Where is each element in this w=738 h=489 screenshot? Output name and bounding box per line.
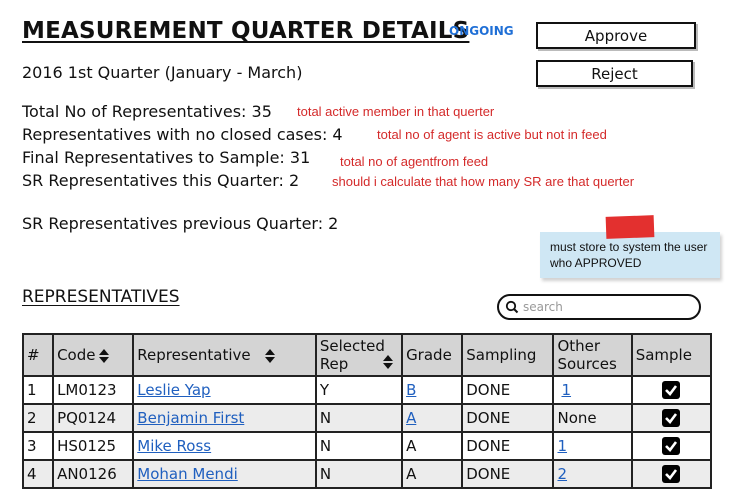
row-num: 2 (21, 403, 55, 433)
col-header-code-label: Code (57, 346, 96, 364)
col-header-num: # (21, 333, 55, 377)
search-box (497, 294, 701, 320)
sticky-note-text: must store to system the user who APPROV… (550, 240, 708, 270)
other-sources-link[interactable]: 2 (557, 465, 567, 483)
col-header-other-sources-label: Other Sources (557, 337, 617, 373)
col-header-representative-label: Representative (137, 346, 251, 364)
stat-no-closed-cases: Representatives with no closed cases: 4 (22, 125, 343, 144)
sample-checkbox[interactable] (662, 409, 681, 428)
grade-link[interactable]: A (406, 409, 416, 427)
row-selected: N (314, 403, 404, 433)
col-header-grade-label: Grade (406, 346, 452, 364)
row-code: LM0123 (52, 375, 135, 405)
status-badge: ONGOING (449, 24, 514, 38)
col-header-code[interactable]: Code (52, 333, 135, 377)
search-icon (505, 300, 519, 314)
col-header-sampling-label: Sampling (466, 346, 537, 364)
note-sr-this-quarter: should i calculate that how many SR are … (332, 174, 635, 189)
search-input[interactable] (519, 300, 687, 314)
sample-checkbox[interactable] (662, 437, 681, 456)
note-final-to-sample: total no of agentfrom feed (340, 154, 489, 169)
check-icon (665, 441, 678, 453)
sticky-note: must store to system the user who APPROV… (540, 232, 720, 278)
row-selected: N (314, 431, 404, 461)
row-num: 3 (21, 431, 55, 461)
row-grade: A (401, 459, 464, 489)
table-row: 4 AN0126 Mohan Mendi N A DONE 2 (21, 459, 713, 489)
row-num: 1 (21, 375, 55, 405)
row-num: 4 (21, 459, 55, 489)
sort-icon[interactable] (383, 355, 394, 369)
check-icon (665, 385, 678, 397)
sample-checkbox[interactable] (662, 465, 681, 484)
row-sampling: DONE (461, 403, 555, 433)
sort-icon[interactable] (264, 348, 275, 363)
stat-sr-this-quarter: SR Representatives this Quarter: 2 (22, 171, 300, 190)
stat-final-to-sample: Final Representatives to Sample: 31 (22, 148, 311, 167)
representative-link[interactable]: Mohan Mendi (137, 465, 237, 483)
row-sampling: DONE (461, 375, 555, 405)
col-header-sampling: Sampling (461, 333, 555, 377)
grade-link[interactable]: B (406, 381, 416, 399)
col-header-sample: Sample (630, 333, 713, 377)
representatives-table: # Code Representative Selected Rep Grade… (21, 333, 713, 489)
col-header-selected-rep-label: Selected Rep (319, 337, 385, 373)
col-header-num-label: # (27, 346, 40, 364)
quarter-label: 2016 1st Quarter (January - March) (22, 63, 303, 82)
table-row: 3 HS0125 Mike Ross N A DONE 1 (21, 431, 713, 461)
row-code: PQ0124 (52, 403, 135, 433)
check-icon (665, 413, 678, 425)
row-sampling: DONE (461, 431, 555, 461)
reject-button[interactable]: Reject (536, 60, 693, 87)
sort-icon[interactable] (99, 348, 110, 363)
row-code: HS0125 (52, 431, 135, 461)
representative-link[interactable]: Mike Ross (137, 437, 211, 455)
representative-link[interactable]: Leslie Yap (137, 381, 210, 399)
row-selected: N (314, 459, 404, 489)
col-header-representative[interactable]: Representative (132, 333, 317, 377)
representative-link[interactable]: Benjamin First (137, 409, 244, 427)
page-title: MEASUREMENT QUARTER DETAILS (22, 18, 470, 44)
col-header-grade: Grade (401, 333, 464, 377)
col-header-selected-rep[interactable]: Selected Rep (314, 333, 404, 377)
sample-checkbox[interactable] (662, 381, 681, 400)
row-code: AN0126 (52, 459, 135, 489)
col-header-other-sources: Other Sources (552, 333, 633, 377)
table-row: 2 PQ0124 Benjamin First N A DONE None (21, 403, 713, 433)
other-sources-link[interactable]: 1 (561, 381, 571, 399)
sticky-tape (605, 215, 655, 239)
table-row: 1 LM0123 Leslie Yap Y B DONE 1 (21, 375, 713, 405)
approve-button[interactable]: Approve (536, 22, 696, 49)
section-title: REPRESENTATIVES (22, 287, 180, 307)
note-no-closed-cases: total no of agent is active but not in f… (377, 127, 607, 142)
check-icon (665, 469, 678, 481)
col-header-sample-label: Sample (635, 346, 692, 364)
other-sources-link[interactable]: 1 (557, 437, 567, 455)
stat-sr-previous-quarter: SR Representatives previous Quarter: 2 (22, 214, 339, 233)
table-header-row: # Code Representative Selected Rep Grade… (21, 333, 713, 377)
row-selected: Y (314, 375, 404, 405)
row-grade: A (401, 431, 464, 461)
stat-total-representatives: Total No of Representatives: 35 (22, 102, 272, 121)
row-sampling: DONE (461, 459, 555, 489)
row-other-sources: None (552, 403, 633, 433)
note-total-representatives: total active member in that querter (297, 104, 495, 119)
